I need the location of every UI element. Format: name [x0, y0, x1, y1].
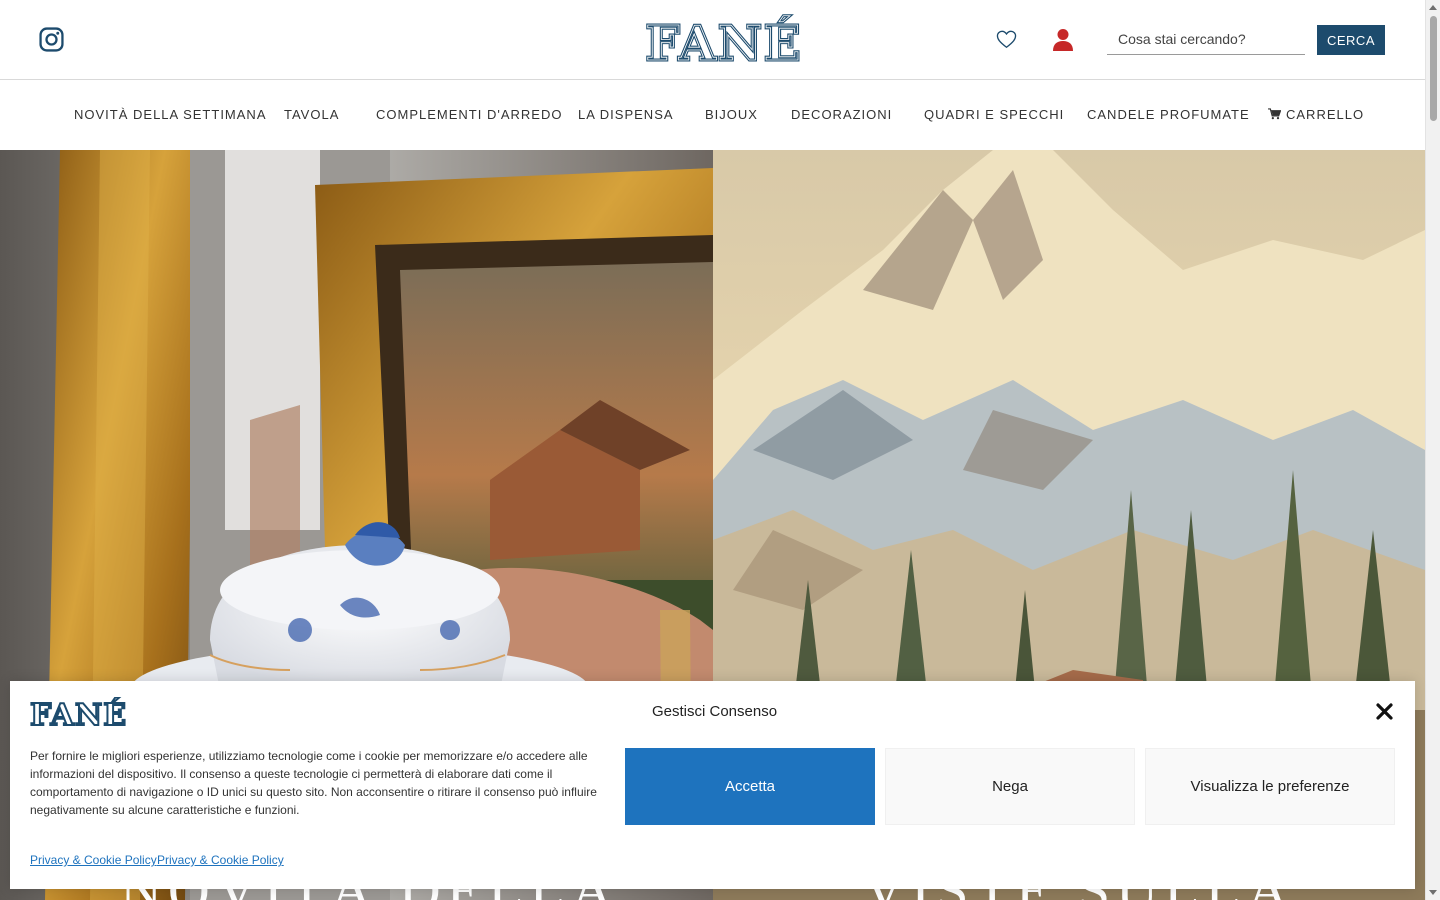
page-scrollbar[interactable] [1425, 0, 1440, 900]
nav-item-quadri[interactable]: QUADRI E SPECCHI [924, 107, 1064, 122]
preferences-button[interactable]: Visualizza le preferenze [1145, 748, 1395, 825]
nav-item-carrello-label: CARRELLO [1286, 107, 1365, 122]
scroll-down-arrow[interactable] [1429, 890, 1437, 895]
nav-item-decorazioni[interactable]: DECORAZIONI [791, 107, 892, 122]
cookie-banner-logo: FANÉ [30, 697, 127, 729]
nav-item-dispensa[interactable]: LA DISPENSA [578, 107, 674, 122]
cookie-description: Per fornire le migliori esperienze, util… [30, 749, 597, 817]
user-icon[interactable] [1052, 28, 1074, 51]
nav-item-bijoux[interactable]: BIJOUX [705, 107, 758, 122]
site-header: FANÉ FANÉ CERCA [0, 0, 1425, 80]
cookie-policy-link[interactable]: Privacy & Cookie Policy [157, 853, 284, 867]
search-button[interactable]: CERCA [1317, 25, 1385, 55]
search-input[interactable] [1107, 24, 1305, 55]
scroll-up-arrow[interactable] [1429, 5, 1437, 10]
svg-text:FANÉ: FANÉ [30, 697, 127, 729]
accept-button[interactable]: Accetta [625, 748, 875, 825]
instagram-icon[interactable] [39, 27, 64, 52]
cart-icon [1268, 108, 1281, 120]
site-logo[interactable]: FANÉ FANÉ [644, 14, 804, 66]
nav-item-complementi[interactable]: COMPLEMENTI D'ARREDO [376, 107, 562, 122]
nav-item-carrello[interactable]: CARRELLO [1268, 107, 1364, 122]
close-icon[interactable] [1376, 703, 1393, 720]
nav-item-tavola[interactable]: TAVOLA [284, 107, 339, 122]
privacy-policy-link[interactable]: Privacy & Cookie Policy [30, 853, 157, 867]
svg-text:FANÉ: FANÉ [646, 15, 803, 66]
main-nav: NOVITÀ DELLA SETTIMANA TAVOLA COMPLEMENT… [0, 81, 1425, 150]
nav-item-novita[interactable]: NOVITÀ DELLA SETTIMANA [74, 107, 267, 122]
deny-button[interactable]: Nega [885, 748, 1135, 825]
nav-item-candele[interactable]: CANDELE PROFUMATE [1087, 107, 1250, 122]
cookie-consent-banner: FANÉ Gestisci Consenso Per fornire le mi… [10, 681, 1415, 889]
cookie-title: Gestisci Consenso [652, 703, 778, 720]
heart-icon[interactable] [996, 30, 1017, 49]
scroll-thumb[interactable] [1430, 16, 1437, 121]
